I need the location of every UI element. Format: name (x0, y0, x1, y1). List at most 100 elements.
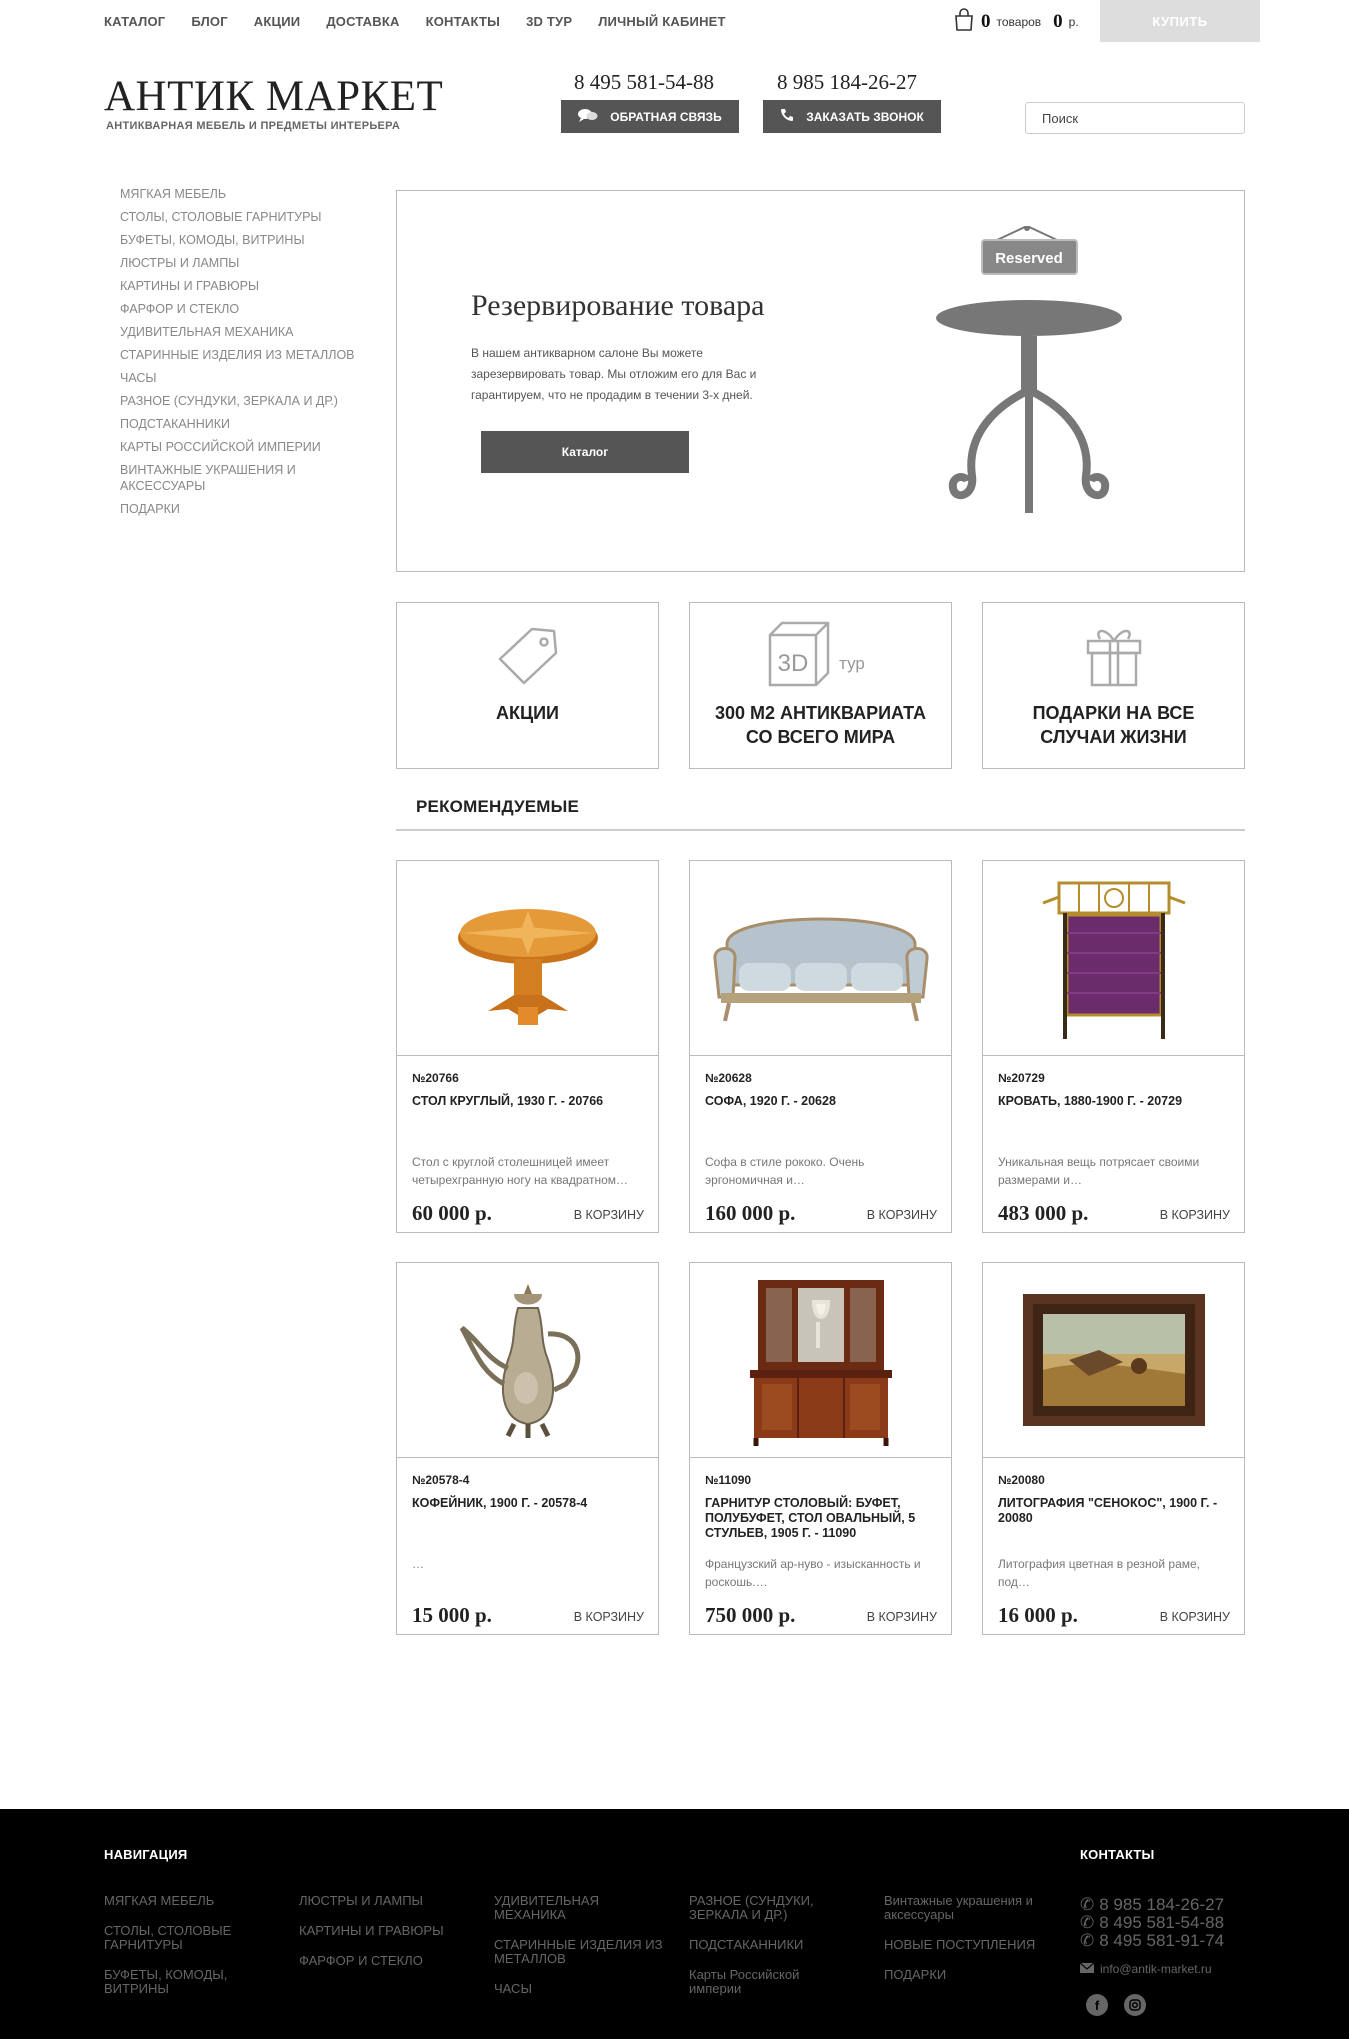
sidebar-item-jewelry[interactable]: ВИНТАЖНЫЕ УКРАШЕНИЯ И АКСЕССУАРЫ (120, 462, 320, 494)
product-sku: №20628 (705, 1071, 752, 1085)
dining-set-image[interactable] (690, 1263, 951, 1458)
top-nav: КАТАЛОГ БЛОГ АКЦИИ ДОСТАВКА КОНТАКТЫ 3D … (104, 14, 752, 29)
add-to-cart-button[interactable]: В КОРЗИНУ (574, 1208, 644, 1222)
callback-button[interactable]: ЗАКАЗАТЬ ЗВОНОК (763, 100, 941, 133)
instagram-icon[interactable] (1124, 1994, 1146, 2016)
sidebar-item-misc[interactable]: РАЗНОЕ (СУНДУКИ, ЗЕРКАЛА И ДР.) (120, 393, 360, 409)
reservation-banner: Резервирование товара В нашем антикварно… (396, 190, 1245, 572)
buy-button[interactable]: КУПИТЬ (1100, 0, 1260, 42)
footer-link[interactable]: РАЗНОЕ (СУНДУКИ, ЗЕРКАЛА И ДР.) (689, 1894, 839, 1922)
reserved-table-illustration: Reserved (936, 226, 1122, 513)
tile-3d-tour[interactable]: 3D тур 300 М2 АНТИКВАРИАТА СО ВСЕГО МИРА (689, 602, 952, 769)
product-name[interactable]: КРОВАТЬ, 1880-1900 Г. - 20729 (998, 1094, 1233, 1109)
coffee-pot-image[interactable] (397, 1263, 658, 1458)
gift-icon (1084, 603, 1144, 693)
search-input[interactable] (1025, 102, 1245, 134)
topnav-3d-tour[interactable]: 3D ТУР (526, 14, 572, 29)
phone-icon: ✆ (1080, 1895, 1095, 1914)
cart-summary[interactable]: 0 товаров 0 р. (953, 8, 1079, 35)
cart-currency: р. (1068, 14, 1079, 29)
round-table-image[interactable] (397, 861, 658, 1056)
footer-link[interactable]: ЧАСЫ (494, 1982, 669, 1996)
sidebar-item-maps[interactable]: КАРТЫ РОССИЙСКОЙ ИМПЕРИИ (120, 439, 360, 455)
sidebar-item-tables[interactable]: СТОЛЫ, СТОЛОВЫЕ ГАРНИТУРЫ (120, 209, 360, 225)
footer-phone[interactable]: ✆ 8 495 581-91-74 (1080, 1932, 1224, 1950)
footer-link[interactable]: БУФЕТЫ, КОМОДЫ, ВИТРИНЫ (104, 1968, 244, 1996)
sofa-image[interactable] (690, 861, 951, 1056)
add-to-cart-button[interactable]: В КОРЗИНУ (1160, 1610, 1230, 1624)
sidebar-item-glass-holders[interactable]: ПОДСТАКАННИКИ (120, 416, 360, 432)
product-card[interactable]: №20729 КРОВАТЬ, 1880-1900 Г. - 20729 Уни… (982, 860, 1245, 1233)
sidebar-item-metal[interactable]: СТАРИННЫЕ ИЗДЕЛИЯ ИЗ МЕТАЛЛОВ (120, 347, 360, 363)
add-to-cart-button[interactable]: В КОРЗИНУ (867, 1208, 937, 1222)
product-name[interactable]: СТОЛ КРУГЛЫЙ, 1930 Г. - 20766 (412, 1094, 647, 1109)
site-logo[interactable]: АНТИК МАРКЕТ (104, 72, 443, 121)
topnav-account[interactable]: ЛИЧНЫЙ КАБИНЕТ (598, 14, 725, 29)
sidebar-item-mechanics[interactable]: УДИВИТЕЛЬНАЯ МЕХАНИКА (120, 324, 360, 340)
footer-nav-title: НАВИГАЦИЯ (104, 1847, 188, 1862)
footer-link[interactable]: ПОДСТАКАННИКИ (689, 1938, 864, 1952)
topnav-promo[interactable]: АКЦИИ (254, 14, 301, 29)
facebook-icon[interactable]: f (1086, 1994, 1108, 2016)
product-card[interactable]: №11090 ГАРНИТУР СТОЛОВЫЙ: БУФЕТ, ПОЛУБУФ… (689, 1262, 952, 1635)
tile-promotions[interactable]: АКЦИИ (396, 602, 659, 769)
footer-nav-column: Винтажные украшения и аксессуары НОВЫЕ П… (884, 1894, 1059, 1998)
footer-link[interactable]: УДИВИТЕЛЬНАЯ МЕХАНИКА (494, 1894, 624, 1922)
lithograph-image[interactable] (983, 1263, 1244, 1458)
topnav-catalog[interactable]: КАТАЛОГ (104, 14, 165, 29)
topnav-delivery[interactable]: ДОСТАВКА (326, 14, 399, 29)
footer-phone[interactable]: ✆ 8 495 581-54-88 (1080, 1914, 1224, 1932)
banner-text: В нашем антикварном салоне Вы можете зар… (471, 346, 757, 402)
phone-1[interactable]: 8 495 581-54-88 (574, 70, 714, 95)
footer-link[interactable]: КАРТИНЫ И ГРАВЮРЫ (299, 1924, 474, 1938)
catalog-button[interactable]: Каталог (481, 431, 689, 473)
product-price: 15 000 р. (412, 1603, 492, 1627)
footer-link[interactable]: МЯГКАЯ МЕБЕЛЬ (104, 1894, 279, 1908)
sidebar-item-lamps[interactable]: ЛЮСТРЫ И ЛАМПЫ (120, 255, 360, 271)
topnav-blog[interactable]: БЛОГ (191, 14, 227, 29)
feedback-button[interactable]: ОБРАТНАЯ СВЯЗЬ (561, 100, 739, 133)
product-card[interactable]: №20628 СОФА, 1920 Г. - 20628 Софа в стил… (689, 860, 952, 1233)
product-name[interactable]: КОФЕЙНИК, 1900 Г. - 20578-4 (412, 1496, 647, 1511)
footer-link[interactable]: СТОЛЫ, СТОЛОВЫЕ ГАРНИТУРЫ (104, 1924, 244, 1952)
footer-link[interactable]: ПОДАРКИ (884, 1968, 1059, 1982)
svg-text:тур: тур (839, 654, 865, 673)
product-price: 750 000 р. (705, 1603, 796, 1627)
sidebar-item-clocks[interactable]: ЧАСЫ (120, 370, 360, 386)
footer-link[interactable]: ФАРФОР И СТЕКЛО (299, 1954, 474, 1968)
product-price: 160 000 р. (705, 1201, 796, 1225)
footer-link[interactable]: СТАРИННЫЕ ИЗДЕЛИЯ ИЗ МЕТАЛЛОВ (494, 1938, 669, 1966)
product-name[interactable]: ГАРНИТУР СТОЛОВЫЙ: БУФЕТ, ПОЛУБУФЕТ, СТО… (705, 1496, 940, 1541)
product-card[interactable]: №20766 СТОЛ КРУГЛЫЙ, 1930 Г. - 20766 Сто… (396, 860, 659, 1233)
sidebar-item-buffets[interactable]: БУФЕТЫ, КОМОДЫ, ВИТРИНЫ (120, 232, 360, 248)
bed-image[interactable] (983, 861, 1244, 1056)
product-name[interactable]: ЛИТОГРАФИЯ "СЕНОКОС", 1900 Г. - 20080 (998, 1496, 1233, 1526)
add-to-cart-button[interactable]: В КОРЗИНУ (867, 1610, 937, 1624)
add-to-cart-button[interactable]: В КОРЗИНУ (1160, 1208, 1230, 1222)
footer-nav-column: РАЗНОЕ (СУНДУКИ, ЗЕРКАЛА И ДР.) ПОДСТАКА… (689, 1894, 864, 2012)
sidebar-item-paintings[interactable]: КАРТИНЫ И ГРАВЮРЫ (120, 278, 360, 294)
footer-link[interactable]: ЛЮСТРЫ И ЛАМПЫ (299, 1894, 474, 1908)
tile-label: АКЦИИ (495, 703, 559, 723)
product-card[interactable]: №20578-4 КОФЕЙНИК, 1900 Г. - 20578-4 … 1… (396, 1262, 659, 1635)
product-name[interactable]: СОФА, 1920 Г. - 20628 (705, 1094, 940, 1109)
cart-sum: 0 (1053, 10, 1063, 32)
feedback-label: ОБРАТНАЯ СВЯЗЬ (610, 109, 722, 124)
phone-2[interactable]: 8 985 184-26-27 (777, 70, 917, 95)
footer-link[interactable]: НОВЫЕ ПОСТУПЛЕНИЯ (884, 1938, 1059, 1952)
sidebar-item-soft-furniture[interactable]: МЯГКАЯ МЕБЕЛЬ (120, 186, 360, 202)
sidebar-item-gifts[interactable]: ПОДАРКИ (120, 501, 360, 517)
footer-link[interactable]: Карты Российской империи (689, 1968, 819, 1996)
footer-link[interactable]: Винтажные украшения и аксессуары (884, 1894, 1054, 1922)
3d-cube-icon: 3D тур (766, 603, 876, 693)
product-card[interactable]: №20080 ЛИТОГРАФИЯ "СЕНОКОС", 1900 Г. - 2… (982, 1262, 1245, 1635)
tile-gifts[interactable]: ПОДАРКИ НА ВСЕ СЛУЧАИ ЖИЗНИ (982, 602, 1245, 769)
product-price: 483 000 р. (998, 1201, 1089, 1225)
sidebar-item-porcelain[interactable]: ФАРФОР И СТЕКЛО (120, 301, 360, 317)
footer-phone[interactable]: ✆ 8 985 184-26-27 (1080, 1896, 1224, 1914)
topnav-contacts[interactable]: КОНТАКТЫ (426, 14, 500, 29)
product-description: Уникальная вещь потрясает своими размера… (998, 1155, 1200, 1187)
add-to-cart-button[interactable]: В КОРЗИНУ (574, 1610, 644, 1624)
product-description: Литография цветная в резной раме, под… (998, 1557, 1201, 1589)
footer-email[interactable]: info@antik-market.ru (1079, 1962, 1224, 1976)
